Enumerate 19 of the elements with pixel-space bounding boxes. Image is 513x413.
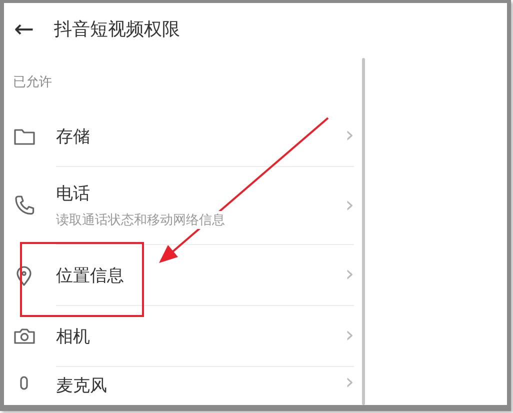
chevron-icon: › [345,125,354,147]
permission-name: 相机 [56,326,90,348]
section-title: 已允许 [12,74,53,92]
page-title: 抖音短视频权限 [54,18,180,41]
permission-name: 位置信息 [56,264,124,286]
permission-item[interactable]: 电话 读取通话状态和移动网络信息 › [4,167,362,245]
permission-item[interactable]: 相机 › [4,306,362,367]
permission-name: 麦克风 [56,375,107,397]
permission-name: 电话 [56,183,90,205]
chevron-icon: › [345,194,354,216]
permission-description: 读取通话状态和移动网络信息 [56,211,227,229]
permission-item[interactable]: 存储 › [4,106,362,167]
chevron-icon: › [345,264,354,286]
back-button[interactable]: ← [14,17,34,41]
permission-item[interactable]: 麦克风 › [4,367,362,405]
permission-item[interactable]: 位置信息 › [4,245,362,306]
permission-name: 存储 [56,126,90,148]
chevron-icon: › [345,372,354,394]
chevron-icon: › [345,325,354,347]
